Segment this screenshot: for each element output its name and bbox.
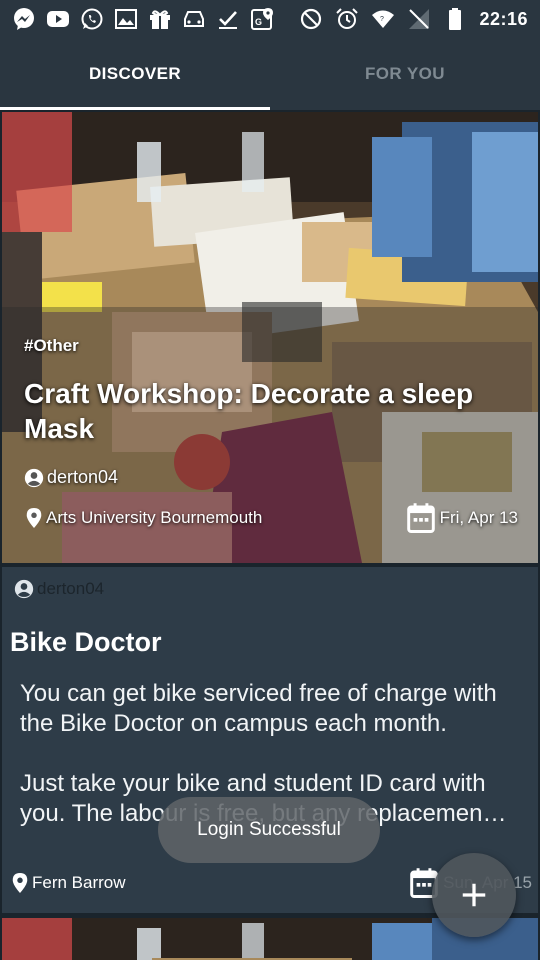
no-sim-icon (407, 7, 431, 31)
image-icon (114, 7, 138, 31)
tab-discover[interactable]: DISCOVER (0, 38, 270, 110)
whatsapp-icon (80, 7, 104, 31)
event-title: Craft Workshop: Decorate a sleep Mask (24, 378, 474, 444)
event-card-craft-workshop[interactable]: #Other Craft Workshop: Decorate a sleep … (2, 112, 538, 563)
add-event-button[interactable] (432, 853, 516, 937)
google-maps-icon: G (250, 7, 274, 31)
account-circle-icon (14, 579, 34, 599)
tab-bar: DISCOVER FOR YOU (0, 38, 540, 110)
car-icon (182, 7, 206, 31)
toast-message: Login Successful (158, 797, 380, 863)
event-date: Fri, Apr 13 (406, 502, 518, 534)
status-bar: G ? 22:16 (0, 0, 540, 38)
svg-text:G: G (255, 17, 262, 27)
location-pin-icon (12, 873, 28, 893)
event-author: derton04 (24, 467, 118, 488)
notification-icons: G (12, 7, 274, 31)
youtube-icon (46, 7, 70, 31)
svg-text:?: ? (380, 16, 384, 23)
status-time: 22:16 (479, 8, 528, 29)
do-not-disturb-icon (299, 7, 323, 31)
gift-icon (148, 7, 172, 31)
system-icons: ? 22:16 (299, 7, 528, 31)
event-author: derton04 (14, 579, 104, 599)
author-name: derton04 (37, 579, 105, 598)
wifi-icon: ? (371, 7, 395, 31)
author-name: derton04 (47, 467, 119, 487)
date-text: Fri, Apr 13 (439, 508, 518, 527)
alarm-icon (335, 7, 359, 31)
plus-icon (459, 880, 489, 910)
location-pin-icon (26, 508, 42, 528)
account-circle-icon (24, 468, 44, 488)
battery-icon (443, 7, 467, 31)
location-text: Fern Barrow (32, 873, 126, 892)
event-location: Arts University Bournemouth (26, 508, 262, 528)
location-text: Arts University Bournemouth (46, 508, 263, 527)
messenger-icon (12, 7, 36, 31)
event-location: Fern Barrow (12, 873, 126, 893)
event-category-tag: #Other (24, 336, 79, 355)
tab-for-you[interactable]: FOR YOU (270, 38, 540, 110)
calendar-icon (406, 502, 436, 534)
check-icon (216, 7, 240, 31)
event-title: Bike Doctor (10, 627, 162, 657)
